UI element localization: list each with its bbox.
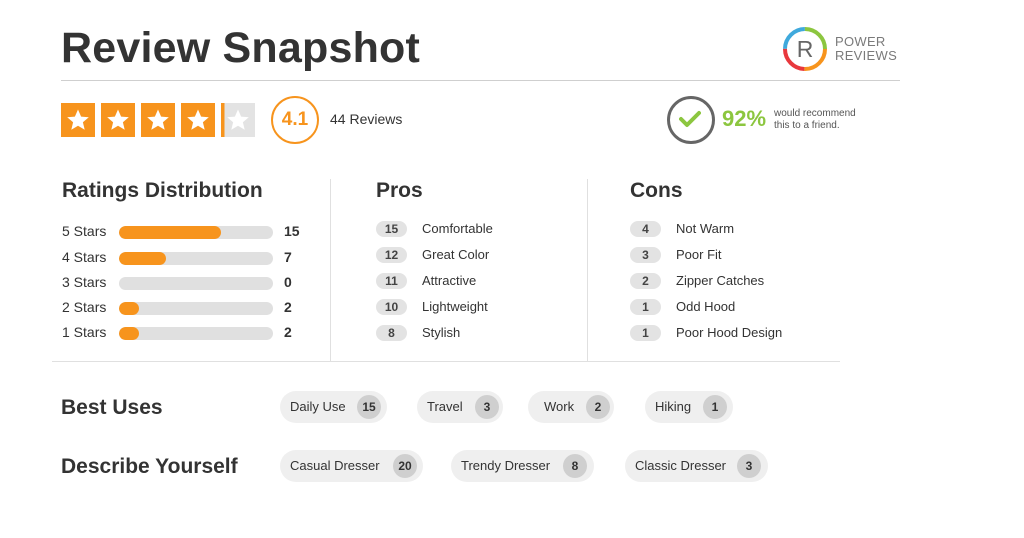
distribution-bar-fill xyxy=(119,226,221,239)
distribution-row-1[interactable]: 1 Stars 2 xyxy=(62,323,322,341)
distribution-row-5[interactable]: 5 Stars 15 xyxy=(62,222,322,240)
describe-pill[interactable]: Casual Dresser 20 xyxy=(280,450,423,482)
distribution-row-4[interactable]: 4 Stars 7 xyxy=(62,248,322,266)
pill-label: Travel xyxy=(427,399,463,414)
distribution-count: 2 xyxy=(284,299,292,315)
pill-count: 15 xyxy=(357,395,381,419)
page-title: Review Snapshot xyxy=(61,24,421,72)
pill-label: Work xyxy=(544,399,575,414)
con-label: Not Warm xyxy=(676,221,735,236)
svg-text:R: R xyxy=(797,36,814,62)
distribution-count: 2 xyxy=(284,324,292,340)
power-reviews-logo-icon: R xyxy=(783,27,827,71)
best-use-pill[interactable]: Work 2 xyxy=(528,391,614,423)
star-icon xyxy=(141,103,175,137)
pro-count: 12 xyxy=(376,247,407,263)
ratings-distribution-title: Ratings Distribution xyxy=(62,179,263,202)
cons-title: Cons xyxy=(630,179,683,202)
pro-count: 10 xyxy=(376,299,407,315)
con-count: 4 xyxy=(630,221,661,237)
distribution-count: 0 xyxy=(284,274,292,290)
pill-count: 20 xyxy=(393,454,417,478)
distribution-label: 1 Stars xyxy=(62,324,107,340)
title-divider xyxy=(61,80,900,81)
distribution-label: 2 Stars xyxy=(62,299,107,315)
describe-pill[interactable]: Trendy Dresser 8 xyxy=(451,450,594,482)
con-count: 1 xyxy=(630,299,661,315)
distribution-row-3[interactable]: 3 Stars 0 xyxy=(62,273,322,291)
recommend-text: would recommend this to a friend. xyxy=(774,108,856,131)
distribution-count: 7 xyxy=(284,249,292,265)
pill-label: Trendy Dresser xyxy=(461,458,551,473)
distribution-bar-track xyxy=(119,277,273,290)
logo-line1: POWER xyxy=(835,34,886,49)
pill-count: 3 xyxy=(737,454,761,478)
con-count: 1 xyxy=(630,325,661,341)
distribution-label: 5 Stars xyxy=(62,223,107,239)
distribution-bar-track xyxy=(119,252,273,265)
con-label: Poor Fit xyxy=(676,247,722,262)
column-divider xyxy=(330,179,331,361)
checkmark-icon xyxy=(679,111,701,127)
distribution-label: 3 Stars xyxy=(62,274,107,290)
recommend-check-badge xyxy=(667,96,715,144)
distribution-bar-track xyxy=(119,302,273,315)
pill-label: Classic Dresser xyxy=(635,458,727,473)
pros-title: Pros xyxy=(376,179,423,202)
star-icon xyxy=(61,103,95,137)
pro-count: 11 xyxy=(376,273,407,289)
logo-wordmark: POWER REVIEWS xyxy=(835,35,897,63)
pill-count: 2 xyxy=(586,395,610,419)
star-icon xyxy=(101,103,135,137)
pro-count: 8 xyxy=(376,325,407,341)
pro-label: Stylish xyxy=(422,325,461,340)
con-count: 3 xyxy=(630,247,661,263)
pro-label: Great Color xyxy=(422,247,490,262)
pro-label: Attractive xyxy=(422,273,477,288)
pill-count: 1 xyxy=(703,395,727,419)
distribution-bar-track xyxy=(119,327,273,340)
con-label: Poor Hood Design xyxy=(676,325,783,340)
star-icon xyxy=(181,103,215,137)
star-icon xyxy=(221,103,255,137)
power-reviews-logo[interactable]: R POWER REVIEWS xyxy=(782,26,912,74)
best-uses-title: Best Uses xyxy=(61,396,163,419)
recommend-percentage: 92% xyxy=(722,106,767,131)
describe-pill[interactable]: Classic Dresser 3 xyxy=(625,450,768,482)
distribution-bar-fill xyxy=(119,302,139,315)
con-count: 2 xyxy=(630,273,661,289)
distribution-row-2[interactable]: 2 Stars 2 xyxy=(62,298,322,316)
distribution-bar-fill xyxy=(119,327,139,340)
pill-count: 8 xyxy=(563,454,587,478)
distribution-label: 4 Stars xyxy=(62,249,107,265)
pro-label: Comfortable xyxy=(422,221,493,236)
pill-label: Hiking xyxy=(655,399,692,414)
con-label: Odd Hood xyxy=(676,299,736,314)
best-use-pill[interactable]: Daily Use 15 xyxy=(280,391,387,423)
pill-count: 3 xyxy=(475,395,499,419)
column-divider xyxy=(587,179,588,361)
best-use-pill[interactable]: Hiking 1 xyxy=(645,391,733,423)
pill-label: Daily Use xyxy=(290,399,346,414)
con-label: Zipper Catches xyxy=(676,273,765,288)
best-use-pill[interactable]: Travel 3 xyxy=(417,391,503,423)
describe-yourself-title: Describe Yourself xyxy=(61,455,238,478)
pro-count: 15 xyxy=(376,221,407,237)
logo-line2: REVIEWS xyxy=(835,48,898,63)
average-rating-badge: 4.1 xyxy=(271,96,319,144)
review-count[interactable]: 44 Reviews xyxy=(330,111,402,127)
pill-label: Casual Dresser xyxy=(290,458,380,473)
distribution-bar-track xyxy=(119,226,273,239)
section-divider xyxy=(52,361,840,362)
distribution-bar-fill xyxy=(119,252,166,265)
star-rating xyxy=(61,103,261,137)
pro-label: Lightweight xyxy=(422,299,488,314)
distribution-count: 15 xyxy=(284,223,300,239)
